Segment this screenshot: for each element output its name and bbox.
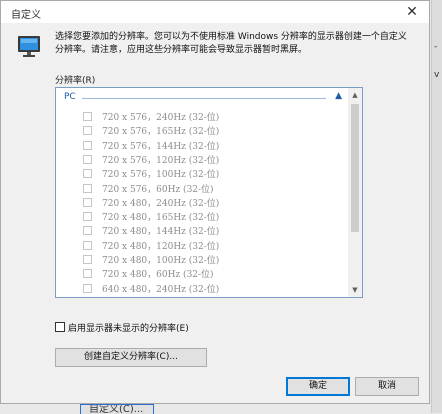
list-item[interactable]: 720 x 576，240Hz (32-位)	[56, 109, 348, 124]
title-bar: 自定义 ✕	[1, 1, 429, 23]
resolution-label: 分辨率(R)	[55, 76, 96, 86]
show-unsupported-label[interactable]: 启用显示器未显示的分辨率(E)	[68, 321, 189, 334]
list-item[interactable]: 720 x 480，144Hz (32-位)	[56, 223, 348, 238]
ok-button[interactable]: 确定	[286, 377, 350, 396]
list-item[interactable]: 720 x 480，100Hz (32-位)	[56, 252, 348, 267]
scroll-thumb[interactable]	[351, 104, 359, 232]
background-window-edge: - v	[431, 0, 442, 413]
checkbox[interactable]	[83, 126, 92, 136]
list-group-header[interactable]: PC ▲	[56, 91, 348, 105]
checkbox[interactable]	[83, 269, 92, 279]
checkbox[interactable]	[83, 212, 92, 222]
list-item-label: 720 x 480，60Hz (32-位)	[102, 270, 214, 281]
list-item-label: 720 x 576，120Hz (32-位)	[102, 155, 220, 166]
checkbox[interactable]	[83, 255, 92, 264]
list-item[interactable]: 640 x 480，240Hz (32-位)	[56, 281, 348, 296]
cancel-button[interactable]: 取消	[355, 377, 419, 396]
list-item-label: 720 x 480，100Hz (32-位)	[102, 256, 220, 266]
list-item-label: 720 x 480，165Hz (32-位)	[102, 213, 220, 224]
list-item-label: 720 x 576，165Hz (32-位)	[102, 127, 220, 138]
list-item[interactable]: 720 x 480，240Hz (32-位)	[56, 195, 348, 210]
list-item[interactable]: 720 x 480，165Hz (32-位)	[56, 209, 348, 224]
group-divider	[82, 98, 326, 99]
list-item-label: 720 x 480，240Hz (32-位)	[102, 198, 220, 209]
list-item-label: 720 x 480，120Hz (32-位)	[102, 241, 220, 252]
group-name: PC	[64, 92, 76, 102]
list-item[interactable]: 720 x 576，165Hz (32-位)	[56, 123, 348, 138]
background-glyph: v	[434, 70, 440, 80]
close-icon[interactable]: ✕	[401, 2, 423, 22]
checkbox[interactable]	[83, 112, 92, 121]
list-item[interactable]: 720 x 480，60Hz (32-位)	[56, 266, 348, 281]
list-item-label: 720 x 576，144Hz (32-位)	[102, 141, 220, 152]
list-item[interactable]: 720 x 576，120Hz (32-位)	[56, 152, 348, 167]
checkbox[interactable]	[83, 169, 92, 179]
list-item-label: 720 x 576，60Hz (32-位)	[102, 184, 214, 195]
checkbox[interactable]	[83, 140, 92, 150]
list-item-label: 640 x 480，240Hz (32-位)	[102, 284, 220, 295]
background-glyph: -	[434, 42, 438, 52]
chevron-up-icon[interactable]: ▲	[335, 91, 342, 101]
list-item[interactable]: 720 x 576，144Hz (32-位)	[56, 138, 348, 153]
create-custom-resolution-button[interactable]: 创建自定义分辨率(C)...	[55, 348, 207, 367]
checkbox[interactable]	[83, 226, 92, 236]
list-item-label: 720 x 576，240Hz (32-位)	[102, 113, 220, 123]
scroll-up-arrow-icon[interactable]: ▲	[348, 88, 362, 102]
list-item[interactable]: 720 x 480，120Hz (32-位)	[56, 238, 348, 253]
list-item-label: 720 x 576，100Hz (32-位)	[102, 170, 220, 181]
description-text: 选择您要添加的分辨率。您可以为不使用标准 Windows 分辨率的显示器创建一个…	[55, 32, 407, 55]
resolution-list[interactable]: PC ▲ 720 x 576，240Hz (32-位) 720 x 576，16…	[55, 87, 363, 298]
list-item-label: 720 x 480，144Hz (32-位)	[102, 227, 220, 238]
checkbox[interactable]	[83, 283, 92, 293]
monitor-icon	[18, 36, 40, 57]
checkbox[interactable]	[83, 240, 92, 250]
custom-resolution-dialog: 自定义 ✕ 选择您要添加的分辨率。您可以为不使用标准 Windows 分辨率的显…	[0, 0, 430, 404]
checkbox[interactable]	[83, 197, 92, 207]
list-item[interactable]: 720 x 576，100Hz (32-位)	[56, 166, 348, 181]
list-item[interactable]: 720 x 576，60Hz (32-位)	[56, 181, 348, 196]
checkbox[interactable]	[83, 183, 92, 193]
checkbox[interactable]	[83, 154, 92, 164]
checkbox-box[interactable]	[55, 322, 65, 332]
scroll-down-arrow-icon[interactable]: ▼	[348, 283, 362, 297]
list-scrollbar[interactable]: ▲ ▼	[348, 88, 362, 297]
dialog-title: 自定义	[11, 10, 41, 21]
